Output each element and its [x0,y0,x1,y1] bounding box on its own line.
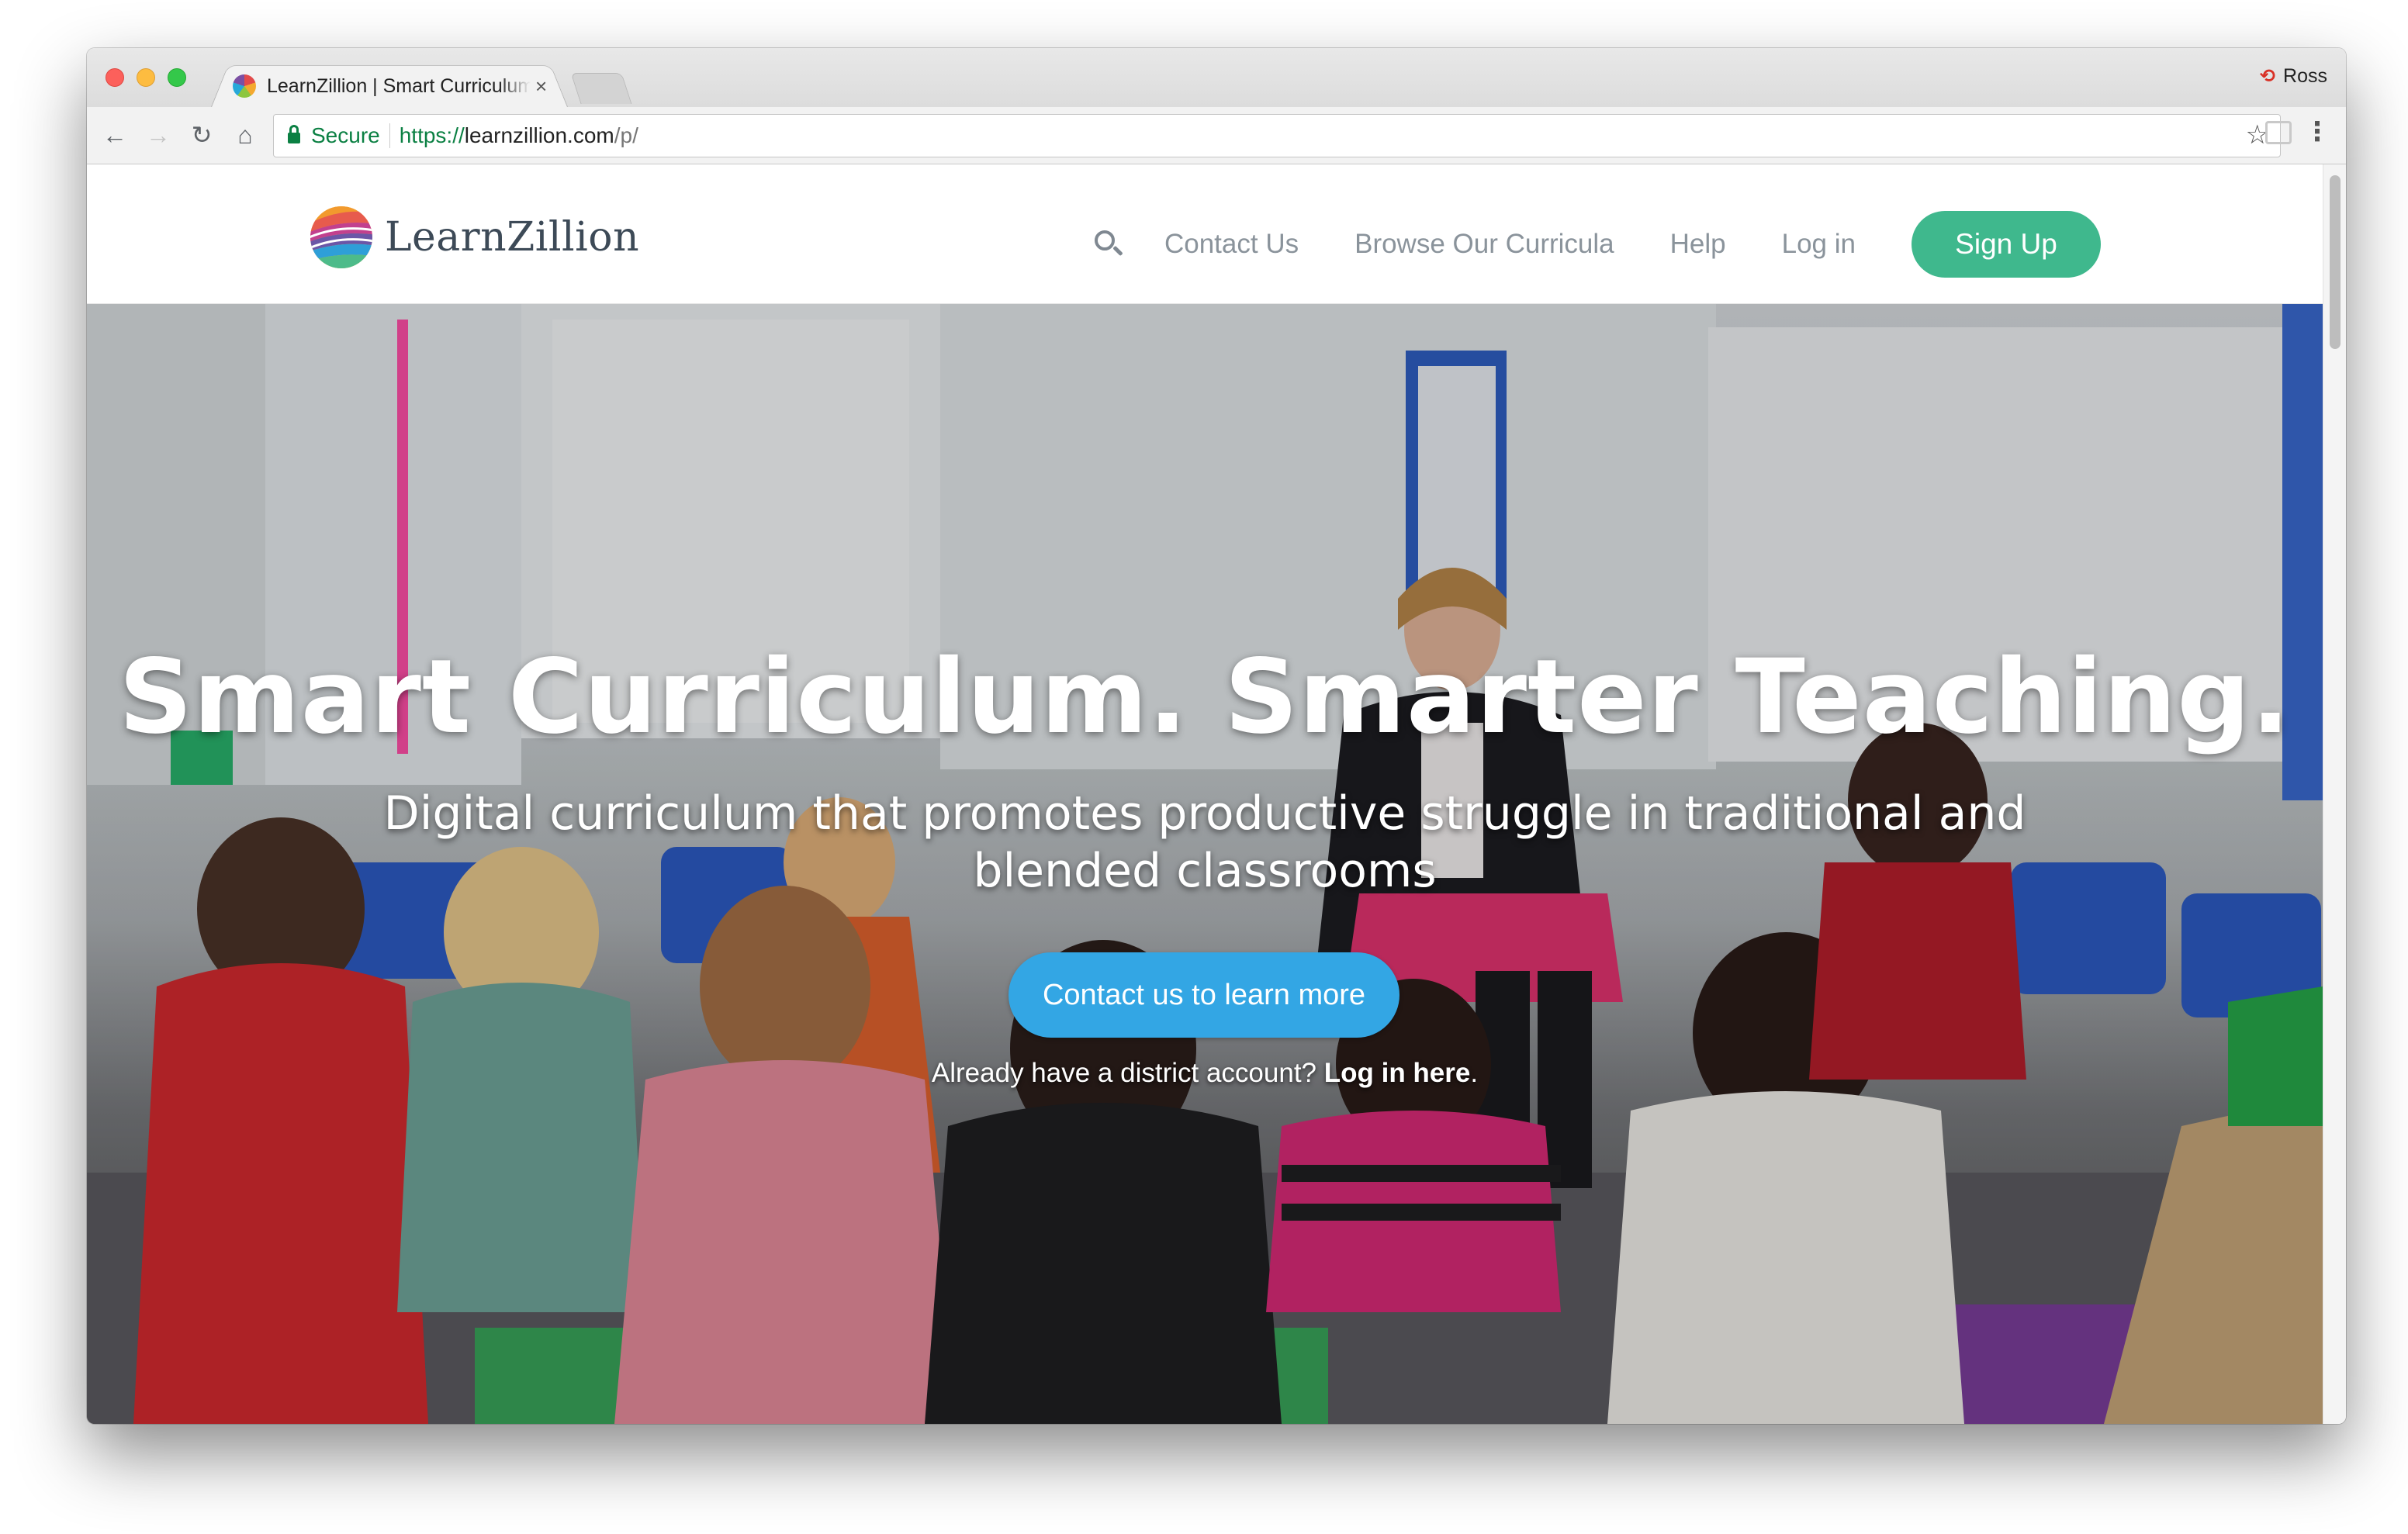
browser-toolbar: ← → ↻ ⌂ Secure https:// learnzillion.com… [87,107,2346,164]
minimize-window-button[interactable] [137,68,155,87]
nav-help[interactable]: Help [1670,229,1726,260]
page-viewport: LearnZillion Contact Us Browse Our Curri… [87,164,2323,1424]
contact-us-cta-button[interactable]: Contact us to learn more [1009,952,1399,1038]
sync-paused-icon: ⟲ [2259,66,2276,87]
tab-title: LearnZillion | Smart Curriculum [267,74,531,97]
new-tab-button[interactable] [570,73,632,104]
cast-extension-icon[interactable] [2265,121,2292,144]
forward-icon[interactable]: → [141,118,175,152]
reload-icon[interactable]: ↻ [185,118,219,152]
url-divider [389,123,390,148]
secure-label: Secure [311,123,380,147]
favicon-icon [233,74,256,98]
hero-subtitle: Digital curriculum that promotes product… [383,786,2026,898]
logo-text: LearnZillion [385,214,640,261]
tab-bar: LearnZillion | Smart Curriculum × ⟲ Ross [87,48,2346,107]
back-icon[interactable]: ← [98,118,132,152]
url-host: learnzillion.com [464,123,614,147]
profile-button[interactable]: ⟲ Ross [2260,65,2327,88]
site-logo[interactable]: LearnZillion [309,205,639,270]
lock-icon [288,125,300,143]
zoom-window-button[interactable] [168,68,186,87]
tab-close-icon[interactable]: × [535,74,547,98]
url-scheme: https:// [399,123,465,147]
logo-mark-icon [310,206,372,268]
profile-name: Ross [2283,65,2327,87]
close-window-button[interactable] [106,68,124,87]
site-header: LearnZillion Contact Us Browse Our Curri… [87,164,2323,304]
nav-browse-curricula[interactable]: Browse Our Curricula [1354,229,1614,260]
url-path: /p/ [614,123,638,147]
district-login-prefix: Already have a district account? [931,1058,1324,1088]
hero-section: Smart Curriculum. Smarter Teaching. Digi… [87,304,2323,1424]
hero-title: Smart Curriculum. Smarter Teaching. [119,637,2291,757]
log-in-here-link[interactable]: Log in here [1324,1058,1471,1088]
district-login-suffix: . [1470,1058,1479,1088]
kebab-menu-icon[interactable]: ⋮ [2304,116,2330,147]
browser-tab[interactable]: LearnZillion | Smart Curriculum × [227,65,552,107]
sign-up-button[interactable]: Sign Up [1912,211,2101,278]
search-icon[interactable] [1093,229,1124,260]
address-bar[interactable]: Secure https:// learnzillion.com /p/ ☆ [273,114,2281,157]
home-icon[interactable]: ⌂ [228,118,262,152]
nav-contact-us[interactable]: Contact Us [1164,229,1299,260]
nav-log-in[interactable]: Log in [1782,229,1856,260]
browser-window: LearnZillion | Smart Curriculum × ⟲ Ross… [87,48,2346,1424]
page-scrollbar[interactable] [2323,164,2346,1424]
scrollbar-thumb[interactable] [2330,175,2341,349]
main-nav: Contact Us Browse Our Curricula Help Log… [1093,211,2101,278]
district-login-text: Already have a district account? Log in … [87,1058,2323,1089]
